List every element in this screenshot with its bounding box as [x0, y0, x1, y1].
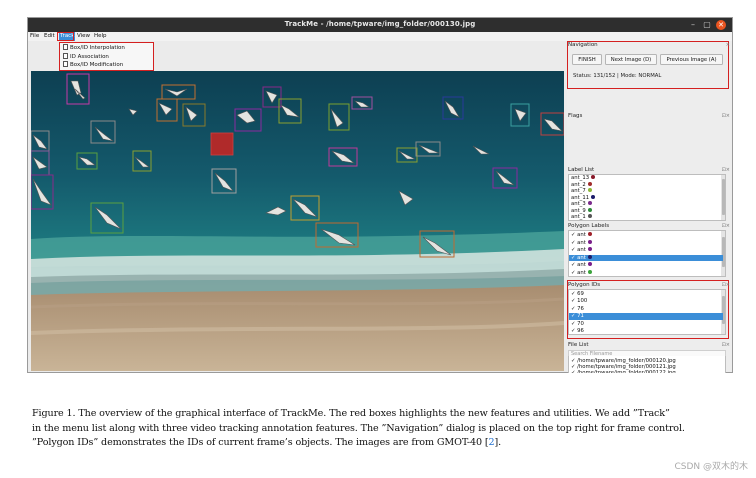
document-icon: [63, 52, 68, 59]
list-item[interactable]: ✓ ant: [571, 239, 592, 247]
color-dot-icon: [587, 214, 592, 218]
finish-button[interactable]: FINISH: [572, 54, 602, 65]
color-dot-icon: [587, 201, 592, 205]
menu-file[interactable]: File: [30, 33, 39, 39]
label-list[interactable]: ant_13 ant_2 ant_7 ant_11 ant_3 ant_9 ant_1: [568, 174, 726, 221]
list-item[interactable]: ✓ ant: [571, 262, 592, 269]
list-item-label: ant: [577, 239, 586, 246]
navigation-title: Navigation: [568, 42, 598, 48]
list-item-label: 71: [577, 313, 584, 320]
color-dot-icon: [587, 254, 592, 259]
list-item[interactable]: ✓ 69: [571, 291, 584, 298]
app-window: TrackMe - /home/tpware/img_folder/000130…: [27, 17, 733, 373]
scrollbar-thumb[interactable]: [721, 179, 725, 215]
caption-line-1: Figure 1. The overview of the graphical …: [32, 408, 670, 419]
color-dot-icon: [591, 175, 596, 179]
color-dot-icon: [587, 188, 592, 192]
list-item-label: ant_13: [571, 175, 590, 181]
color-dot-icon: [587, 247, 592, 252]
polygon-labels-title: Polygon Labels: [568, 223, 610, 229]
list-item[interactable]: ✓ 100: [571, 298, 587, 305]
window-title: TrackMe - /home/tpware/img_folder/000130…: [284, 20, 476, 28]
scrollbar[interactable]: [721, 175, 725, 220]
list-item-label: 76: [577, 305, 584, 312]
color-dot-icon: [587, 239, 592, 244]
title-bar: TrackMe - /home/tpware/img_folder/000130…: [28, 18, 732, 32]
list-item-label: /home/tpware/img_folder/000122.jpg: [577, 370, 676, 373]
status-text: Status: 131/152 | Mode: NORMAL: [573, 73, 662, 79]
list-item-label: ant: [577, 262, 586, 269]
panel-float-icon[interactable]: ⊡×: [722, 281, 730, 289]
file-list-overflow[interactable]: ✓ /home/tpware/img_folder/000120.jpg ✓ /h…: [568, 356, 726, 373]
color-dot-icon: [587, 181, 592, 186]
panel-float-icon[interactable]: ⊡×: [722, 341, 730, 349]
list-item-label: ant: [577, 254, 586, 261]
list-item[interactable]: ✓ 71: [569, 313, 723, 320]
document-icon: [63, 44, 68, 50]
label-list-title: Label List: [568, 167, 595, 173]
list-item[interactable]: ✓ 70: [571, 321, 584, 328]
list-item[interactable]: ✓ 76: [571, 306, 584, 313]
image-canvas[interactable]: [31, 71, 564, 371]
list-item-label: ant_2: [571, 181, 586, 188]
menu-help[interactable]: Help: [94, 33, 107, 39]
menu-edit[interactable]: Edit: [44, 33, 55, 39]
color-dot-icon: [587, 232, 592, 236]
color-dot-icon: [587, 207, 592, 212]
list-item[interactable]: ant_1: [571, 214, 592, 220]
list-item-label: ant_7: [571, 188, 586, 194]
scrollbar-thumb[interactable]: [721, 296, 725, 324]
list-item[interactable]: ✓ ant: [571, 232, 592, 239]
minimize-button[interactable]: –: [688, 20, 698, 30]
previous-image-button[interactable]: Previous Image (A): [660, 54, 723, 65]
panel-float-icon[interactable]: ⊡×: [722, 166, 730, 174]
list-item-label: ant: [577, 232, 586, 238]
color-dot-icon: [587, 270, 592, 274]
color-dot-icon: [587, 262, 592, 267]
panel-float-icon[interactable]: ⊡×: [722, 222, 730, 230]
list-item[interactable]: ✓ ant: [571, 270, 592, 276]
file-list-title: File List: [568, 342, 589, 348]
document-icon: [63, 61, 68, 67]
caption-line-3: ”Polygon IDs” demonstrates the IDs of cu…: [32, 437, 502, 449]
list-item-label: ant_11: [571, 194, 590, 201]
menu-item-association[interactable]: ID Association: [63, 52, 109, 61]
polygon-ids-list[interactable]: ✓ 69 ✓ 100 ✓ 76 ✓ 71 ✓ 70 ✓ 96: [568, 289, 726, 335]
list-item-label: ant_3: [571, 201, 586, 207]
track-dropdown: Box/ID Interpolation ID Association Box/…: [59, 42, 154, 71]
scrollbar-thumb[interactable]: [721, 237, 725, 267]
list-item[interactable]: ✓ ant: [569, 254, 723, 262]
caption-line-2: in the menu list along with three video …: [32, 422, 685, 434]
list-item-label: 70: [577, 320, 584, 327]
list-item[interactable]: ✓ ant: [571, 247, 592, 254]
right-dock: Navigation × FINISH Next Image (D) Previ…: [567, 41, 732, 372]
panel-float-icon[interactable]: ⊡×: [722, 112, 730, 120]
close-button[interactable]: ✕: [716, 20, 726, 30]
menu-bar: File Edit Track View Help: [28, 32, 732, 41]
list-item-label: 96: [577, 328, 584, 334]
flags-title: Flags: [568, 113, 583, 119]
menu-item-modification[interactable]: Box/ID Modification: [63, 61, 123, 69]
color-dot-icon: [591, 194, 596, 199]
track-menu-highlight: [57, 32, 74, 41]
next-image-button[interactable]: Next Image (D): [605, 54, 657, 65]
list-item-label: ant: [577, 270, 586, 276]
list-item-label: ant_1: [571, 214, 586, 220]
watermark: CSDN @双木的木: [674, 462, 748, 472]
list-item-label: 69: [577, 291, 584, 297]
list-item-label: ant: [577, 247, 586, 254]
list-item[interactable]: ✓ 96: [571, 328, 584, 334]
menu-item-interpolation[interactable]: Box/ID Interpolation: [63, 44, 125, 52]
maximize-button[interactable]: ▢: [702, 20, 712, 30]
panel-close-icon[interactable]: ×: [726, 41, 730, 49]
flags-list[interactable]: [568, 120, 726, 166]
polygon-labels-list[interactable]: ✓ ant ✓ ant ✓ ant ✓ ant ✓ ant ✓ ant: [568, 230, 726, 277]
list-item-label: 100: [577, 298, 588, 305]
menu-view[interactable]: View: [77, 33, 90, 39]
figure-caption: Figure 1. The overview of the graphical …: [32, 407, 748, 451]
beach-scene: [31, 71, 564, 371]
list-item-label: ant_9: [571, 207, 586, 214]
polygon-ids-title: Polygon IDs: [568, 282, 601, 288]
list-item[interactable]: ✓ /home/tpware/img_folder/000122.jpg: [571, 370, 676, 373]
